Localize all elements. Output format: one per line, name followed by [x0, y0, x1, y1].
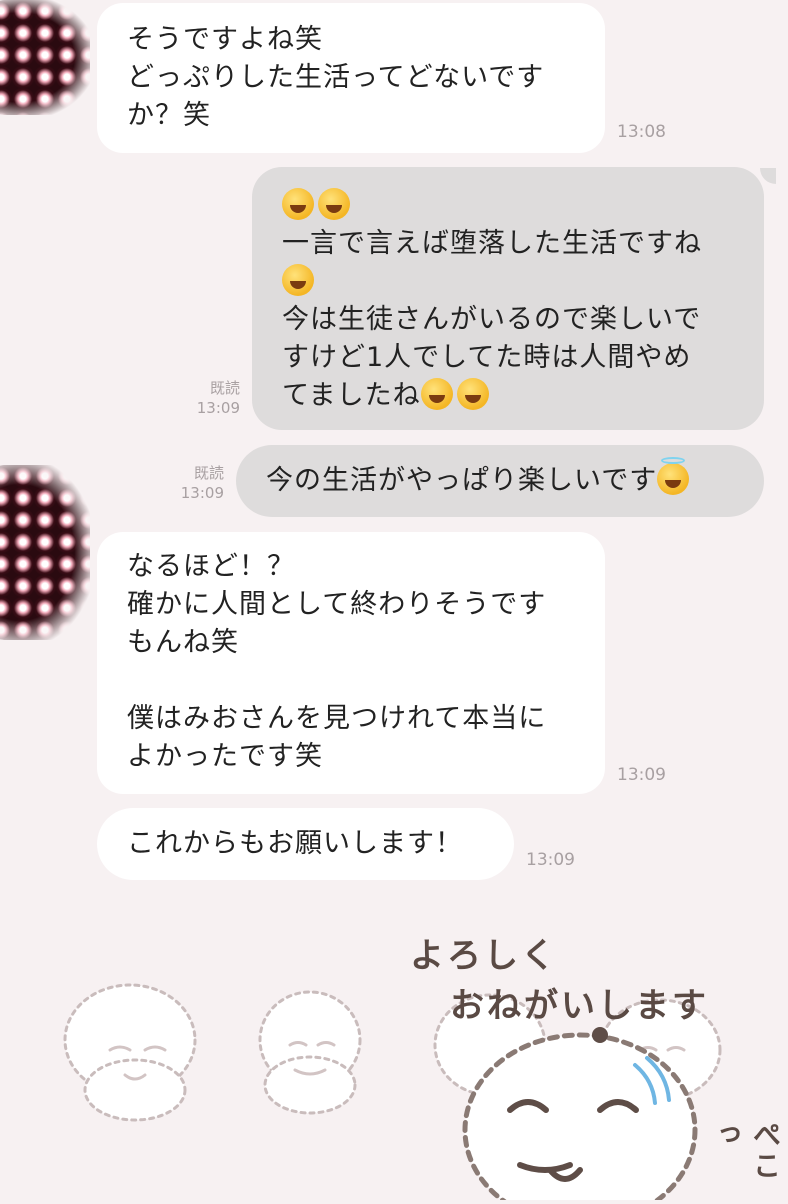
emoji-line: [282, 187, 736, 225]
message-text: 今は生徒さんがいるので楽しいで: [282, 304, 702, 335]
read-label: 既読: [193, 464, 224, 482]
avatar[interactable]: [0, 0, 90, 115]
joy-emoji: [318, 188, 350, 220]
message-text: そうですよね笑: [127, 24, 323, 55]
message-time: 13:09: [196, 399, 240, 417]
sticker[interactable]: よろしく おねがいします ぺこっ: [40, 900, 782, 1204]
joy-emoji: [420, 378, 453, 410]
message-text-segment: 一言で言えば堕落した生活ですね: [282, 228, 702, 259]
read-receipt: 既読 13:09: [180, 378, 240, 418]
message-text: 一言で言えば堕落した生活ですね: [282, 225, 736, 263]
message-text: 今の生活がやっぱり楽しいです: [266, 457, 736, 500]
message-time: 13:09: [180, 484, 224, 502]
message-text-segment: 今の生活がやっぱり楽しいです: [266, 465, 658, 496]
message-text: すけど1人でしてた時は人間やめ: [282, 342, 692, 373]
message-text: 確かに人間として終わりそうです: [127, 589, 547, 620]
sob-emoji: [456, 378, 489, 410]
message-text: これからもお願いします！: [127, 828, 463, 859]
avatar[interactable]: [0, 465, 90, 640]
message-bubble-incoming[interactable]: そうですよね笑 どっぷりした生活ってどないです か？笑: [97, 3, 605, 153]
message-text-segment: てましたね: [282, 380, 421, 411]
halo-smile-emoji: [657, 457, 690, 495]
read-label: 既読: [209, 379, 240, 397]
message-text: よかったです笑: [127, 741, 323, 772]
sticker-text-line2: おねがいします: [450, 986, 709, 1026]
bubble-tail: [760, 168, 776, 184]
joy-emoji: [282, 264, 314, 296]
sticker-text-line1: よろしく: [410, 936, 558, 976]
message-text: もんね笑: [127, 627, 239, 658]
read-receipt: 既読 13:09: [164, 463, 224, 503]
message-text: どっぷりした生活ってどないです: [127, 62, 545, 93]
message-bubble-incoming[interactable]: なるほど！？ 確かに人間として終わりそうです もんね笑 僕はみおさんを見つけれて…: [97, 532, 605, 794]
message-text: 僕はみおさんを見つけれて本当に: [127, 703, 547, 734]
message-time: 13:09: [526, 850, 575, 870]
message-bubble-outgoing[interactable]: 一言で言えば堕落した生活ですね 今は生徒さんがいるので楽しいで すけど1人でして…: [252, 167, 764, 430]
message-text: か？笑: [127, 100, 211, 131]
message-bubble-incoming[interactable]: これからもお願いします！: [97, 808, 514, 880]
message-text: なるほど！？: [127, 551, 295, 582]
message-bubble-outgoing[interactable]: 今の生活がやっぱり楽しいです: [236, 445, 764, 517]
emoji-line: [282, 263, 736, 301]
sticker-illustration: [63, 983, 722, 1204]
message-text: てましたね: [282, 377, 736, 415]
message-time: 13:09: [617, 765, 666, 785]
sticker-side-text: ぺこっ: [709, 1120, 782, 1182]
joy-emoji: [282, 188, 314, 220]
message-time: 13:08: [617, 122, 666, 142]
